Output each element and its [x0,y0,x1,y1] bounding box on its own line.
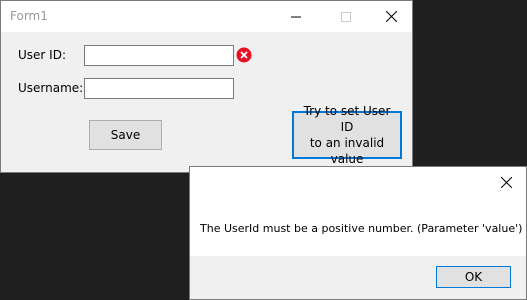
error-icon [236,47,252,63]
close-button[interactable] [368,1,414,32]
title-bar: Form1 [1,1,412,32]
set-invalid-user-id-button[interactable]: Try to set User ID to an invalid value [292,104,402,166]
dialog-footer: OK [190,256,526,299]
dialog-close-button[interactable] [486,167,526,197]
minimize-button[interactable] [273,1,319,32]
username-input[interactable] [84,78,234,99]
username-label: Username: [18,81,84,95]
message-box-dialog: The UserId must be a positive number. (P… [189,166,527,300]
maximize-button [323,1,369,32]
save-button[interactable]: Save [89,120,162,150]
user-id-input[interactable] [84,45,234,66]
desktop: Form1 User ID: Username: Save Try to set… [0,0,527,300]
maximize-icon [341,11,351,22]
window-title: Form1 [10,9,48,23]
close-icon [385,11,397,22]
close-icon [500,176,512,188]
form1-window: Form1 User ID: Username: Save Try to set… [0,0,413,173]
dialog-message: The UserId must be a positive number. (P… [200,222,523,235]
ok-button[interactable]: OK [436,266,511,288]
minimize-icon [291,16,301,17]
user-id-label: User ID: [18,48,66,62]
